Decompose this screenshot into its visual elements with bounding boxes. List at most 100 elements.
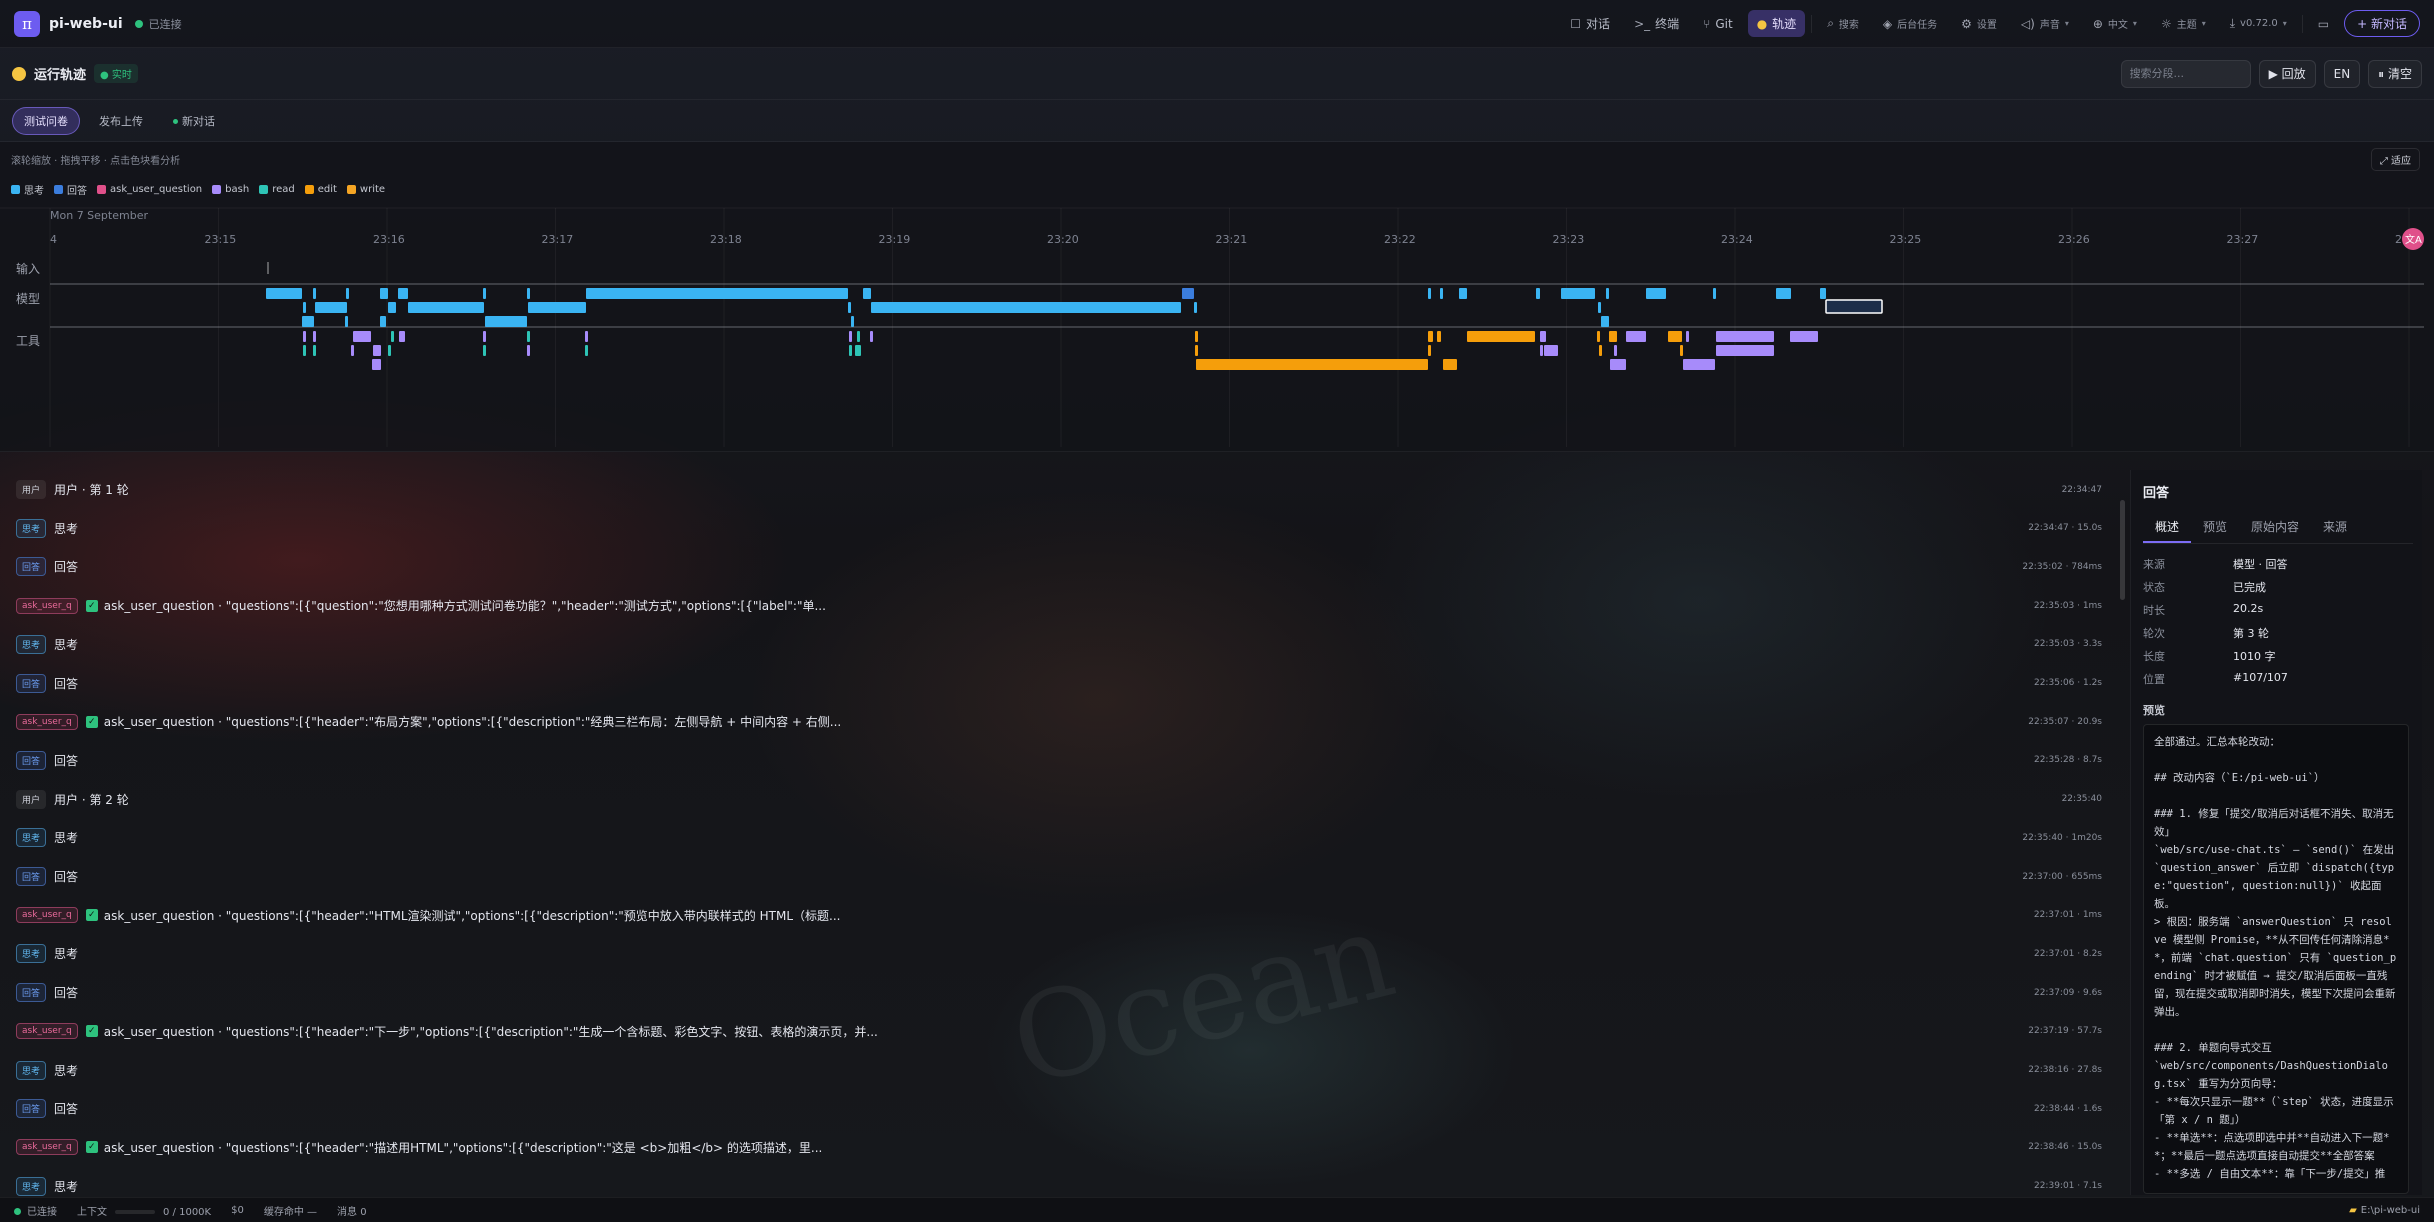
nav-git[interactable]: ⑂ Git <box>1694 12 1742 36</box>
workspace-path[interactable]: ▰ E:\pi-web-ui <box>2349 1205 2420 1216</box>
timeline-segment <box>1428 288 1431 299</box>
tab-publish-upload[interactable]: 发布上传 <box>88 108 154 134</box>
replay-button[interactable]: ▶ 回放 <box>2258 59 2316 88</box>
event-row[interactable]: ask_user_q ✓ ask_user_question · "question… <box>0 1012 2118 1051</box>
detail-panel: 回答 概述 预览 原始内容 来源 来源 模型 · 回答 状态 已完成 时长 20.2s 轮次… <box>2130 470 2422 1195</box>
timeline-lane-label: 输入 <box>16 261 40 276</box>
nav-layers[interactable]: ◈ 后台任务 <box>1874 11 1946 36</box>
event-label: 用户 · 第 2 轮 <box>54 792 129 807</box>
event-row[interactable]: ask_user_q ✓ ask_user_question · "question… <box>0 702 2118 741</box>
tab-new-chat[interactable]: 新对话 <box>162 108 226 134</box>
event-row[interactable]: 思考 思考 22:37:01 · 8.2s <box>0 934 2118 973</box>
event-tag-answer: 回答 <box>16 1099 47 1119</box>
timeline-segment <box>303 345 306 356</box>
nav-terminal[interactable]: >_ 终端 <box>1625 10 1688 37</box>
event-label: ask_user_question · "questions":[{"heade… <box>103 908 841 923</box>
nav-sun[interactable]: ☼ 主题 ▾ <box>2152 11 2215 36</box>
nav-globe[interactable]: ⊕ 中文 ▾ <box>2084 11 2146 36</box>
event-row[interactable]: 回答 回答 22:38:44 · 1.6s <box>0 1089 2118 1128</box>
timeline-segment <box>871 302 1181 313</box>
language-button[interactable]: EN <box>2323 59 2361 88</box>
event-tag-user: 用户 <box>16 480 47 499</box>
event-tag-answer: 回答 <box>16 983 47 1003</box>
nav-sound[interactable]: ◁) 声音 ▾ <box>2012 11 2078 36</box>
event-tag-think: 思考 <box>16 944 47 964</box>
round-header-row[interactable]: 用户 用户 · 第 1 轮 22:34:47 <box>0 470 2118 509</box>
event-row[interactable]: 回答 回答 22:35:02 · 784ms <box>0 547 2118 586</box>
check-icon: ✓ <box>85 715 98 728</box>
timeline-chart[interactable]: Mon 7 September 4 23:15 23:16 23:17 23:18 23:1… <box>0 142 2434 452</box>
detail-field: 状态 已完成 <box>2143 579 2413 595</box>
nav-label: 后台任务 <box>1897 20 1938 31</box>
context-progress-bar <box>115 1209 155 1214</box>
clear-button[interactable]: ⏸ 清空 <box>2368 59 2422 88</box>
tab-dot-icon <box>173 119 178 124</box>
terminal-icon: >_ <box>1634 16 1651 31</box>
detail-field-value: #107/107 <box>2233 671 2288 684</box>
timeline-segment <box>1459 288 1467 299</box>
gear-icon: ⚙ <box>1961 16 1972 31</box>
list-scrollbar[interactable] <box>2120 500 2125 600</box>
message-count: 消息 0 <box>337 1206 367 1218</box>
event-row[interactable]: 思考 思考 22:34:47 · 15.0s <box>0 509 2118 548</box>
timeline-segment <box>1428 331 1433 342</box>
event-label: ask_user_question · "questions":[{"heade… <box>103 715 842 730</box>
nav-download[interactable]: ⤓ v0.72.0 ▾ <box>2221 11 2296 36</box>
detail-tab-overview[interactable]: 概述 <box>2143 512 2192 543</box>
round-header-row[interactable]: 用户 用户 · 第 2 轮 22:35:40 <box>0 780 2118 819</box>
timeline-date: Mon 7 September <box>50 209 148 222</box>
nav-gear[interactable]: ⚙ 设置 <box>1952 11 2006 36</box>
event-row[interactable]: ask_user_q ✓ ask_user_question · "question… <box>0 586 2118 625</box>
nav-search[interactable]: ⌕ 搜索 <box>1818 11 1868 36</box>
event-tag-ask: ask_user_q <box>16 597 78 614</box>
detail-field-value: 1010 字 <box>2233 650 2276 663</box>
tab-test-survey[interactable]: 测试问卷 <box>12 106 80 135</box>
check-icon: ✓ <box>85 599 98 612</box>
timeline-segment <box>585 331 588 342</box>
timeline-segment <box>1683 359 1715 370</box>
detail-tab-raw[interactable]: 原始内容 <box>2239 512 2311 543</box>
event-row[interactable]: ask_user_q ✓ ask_user_question · "question… <box>0 1128 2118 1167</box>
layers-icon: ◈ <box>1882 16 1893 31</box>
cost: $0 <box>231 1204 244 1216</box>
nav-trace[interactable]: ● 轨迹 <box>1747 10 1806 37</box>
preview-content[interactable]: 全部通过。汇总本轮改动： ## 改动内容（`E:/pi-web-ui`） ###… <box>2143 724 2409 1194</box>
timeline-segment <box>527 345 530 356</box>
timeline-tick-label: 23:27 <box>2227 233 2259 246</box>
event-row[interactable]: 回答 回答 22:35:06 · 1.2s <box>0 664 2118 703</box>
detail-field: 时长 20.2s <box>2143 602 2413 618</box>
event-row[interactable]: 思考 思考 22:38:16 · 27.8s <box>0 1051 2118 1090</box>
event-row[interactable]: 回答 回答 22:35:28 · 8.7s <box>0 741 2118 780</box>
timeline-segment <box>1820 288 1826 299</box>
segment-search-input[interactable] <box>2120 59 2251 88</box>
timeline-panel[interactable]: 滚轮缩放 · 拖拽平移 · 点击色块看分析 ⤢ 适应 思考 回答 ask_user_… <box>0 142 2434 452</box>
page-title: 运行轨迹 <box>34 68 87 83</box>
new-chat-button[interactable]: + 新对话 <box>2344 10 2420 37</box>
timeline-segment <box>1716 331 1774 342</box>
nav-label: 搜索 <box>1838 20 1859 31</box>
timeline-segment <box>863 288 871 299</box>
event-row[interactable]: 思考 思考 22:35:40 · 1m20s <box>0 818 2118 857</box>
detail-tab-source[interactable]: 来源 <box>2311 512 2359 543</box>
event-row[interactable]: ask_user_q ✓ ask_user_question · "question… <box>0 896 2118 935</box>
detail-tab-preview[interactable]: 预览 <box>2191 512 2239 543</box>
timeline-segment <box>1440 288 1443 299</box>
event-label: 回答 <box>54 870 79 884</box>
timeline-segment <box>353 331 371 342</box>
timeline-segment <box>585 345 588 356</box>
window-button[interactable]: ▭ <box>2309 12 2338 36</box>
nav-chat[interactable]: ☐ 对话 <box>1561 10 1619 37</box>
detail-field-key: 轮次 <box>2143 627 2165 640</box>
event-row[interactable]: 思考 思考 22:35:03 · 3.3s <box>0 625 2118 664</box>
event-row[interactable]: 回答 回答 22:37:09 · 9.6s <box>0 973 2118 1012</box>
app-logo: π <box>14 10 40 37</box>
event-time: 22:34:47 · 15.0s <box>2028 523 2102 534</box>
timeline-segment <box>855 345 861 356</box>
timeline-segment <box>1443 359 1457 370</box>
timeline-segment <box>586 288 848 299</box>
event-tag-answer: 回答 <box>16 867 47 886</box>
event-row[interactable]: 回答 回答 22:37:00 · 655ms <box>0 857 2118 896</box>
timeline-segment <box>1668 331 1682 342</box>
detail-field-value: 模型 · 回答 <box>2233 558 2288 571</box>
timeline-segment <box>1194 302 1197 313</box>
